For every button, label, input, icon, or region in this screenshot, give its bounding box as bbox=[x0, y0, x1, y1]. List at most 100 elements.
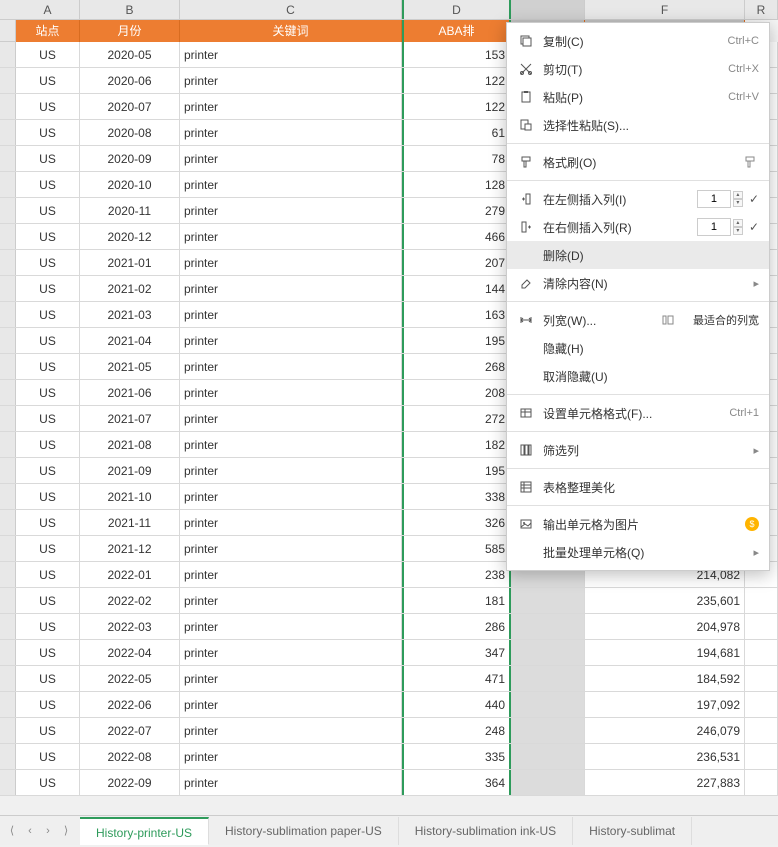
cell-site[interactable]: US bbox=[16, 770, 80, 795]
cell-aba[interactable]: 338 bbox=[402, 484, 511, 509]
cell-site[interactable]: US bbox=[16, 432, 80, 457]
col-header-F[interactable]: F bbox=[585, 0, 745, 19]
row-number[interactable] bbox=[0, 198, 16, 223]
cell-aba[interactable]: 364 bbox=[402, 770, 511, 795]
insert-right-stepper[interactable]: ▴▾ bbox=[733, 219, 743, 235]
cell-aba[interactable]: 78 bbox=[402, 146, 511, 171]
cell-r[interactable] bbox=[745, 770, 778, 795]
row-number[interactable] bbox=[0, 42, 16, 67]
cell-site[interactable]: US bbox=[16, 640, 80, 665]
cell-month[interactable]: 2021-03 bbox=[80, 302, 180, 327]
cell-e[interactable] bbox=[511, 718, 585, 743]
cell-month[interactable]: 2022-05 bbox=[80, 666, 180, 691]
sheet-tab-3[interactable]: History-sublimation ink-US bbox=[399, 817, 573, 845]
menu-clear-content[interactable]: 清除内容(N) ▸ bbox=[507, 269, 769, 297]
tab-last-icon[interactable]: ⟩ bbox=[58, 823, 74, 839]
cell-site[interactable]: US bbox=[16, 354, 80, 379]
cell-keyword[interactable]: printer bbox=[180, 224, 402, 249]
cell-keyword[interactable]: printer bbox=[180, 406, 402, 431]
row-number[interactable] bbox=[0, 302, 16, 327]
row-number[interactable] bbox=[0, 640, 16, 665]
cell-aba[interactable]: 466 bbox=[402, 224, 511, 249]
row-number[interactable] bbox=[0, 328, 16, 353]
cell-site[interactable]: US bbox=[16, 302, 80, 327]
row-number[interactable] bbox=[0, 354, 16, 379]
cell-r[interactable] bbox=[745, 744, 778, 769]
row-number[interactable] bbox=[0, 406, 16, 431]
cell-keyword[interactable]: printer bbox=[180, 770, 402, 795]
cell-keyword[interactable]: printer bbox=[180, 354, 402, 379]
cell-f[interactable]: 235,601 bbox=[585, 588, 745, 613]
cell-keyword[interactable]: printer bbox=[180, 484, 402, 509]
cell-r[interactable] bbox=[745, 718, 778, 743]
cell-aba[interactable]: 238 bbox=[402, 562, 511, 587]
col-header-D[interactable]: D bbox=[402, 0, 511, 19]
cell-aba[interactable]: 268 bbox=[402, 354, 511, 379]
cell-site[interactable]: US bbox=[16, 224, 80, 249]
cell-month[interactable]: 2021-05 bbox=[80, 354, 180, 379]
row-number[interactable] bbox=[0, 94, 16, 119]
cell-aba[interactable]: 122 bbox=[402, 94, 511, 119]
cell-site[interactable]: US bbox=[16, 146, 80, 171]
cell-aba[interactable]: 208 bbox=[402, 380, 511, 405]
cell-aba[interactable]: 335 bbox=[402, 744, 511, 769]
row-number[interactable] bbox=[0, 172, 16, 197]
row-number[interactable] bbox=[0, 120, 16, 145]
cell-month[interactable]: 2020-07 bbox=[80, 94, 180, 119]
menu-format-painter[interactable]: 格式刷(O) bbox=[507, 148, 769, 176]
cell-keyword[interactable]: printer bbox=[180, 640, 402, 665]
menu-insert-right[interactable]: 在右侧插入列(R) ▴▾ ✓ bbox=[507, 213, 769, 241]
menu-beautify[interactable]: 表格整理美化 bbox=[507, 473, 769, 501]
cell-aba[interactable]: 182 bbox=[402, 432, 511, 457]
row-number[interactable] bbox=[0, 224, 16, 249]
cell-f[interactable]: 227,883 bbox=[585, 770, 745, 795]
cell-aba[interactable]: 153 bbox=[402, 42, 511, 67]
row-number[interactable] bbox=[0, 276, 16, 301]
cell-site[interactable]: US bbox=[16, 198, 80, 223]
cell-site[interactable]: US bbox=[16, 484, 80, 509]
row-number[interactable] bbox=[0, 614, 16, 639]
cell-keyword[interactable]: printer bbox=[180, 718, 402, 743]
cell-month[interactable]: 2021-10 bbox=[80, 484, 180, 509]
cell-month[interactable]: 2020-05 bbox=[80, 42, 180, 67]
sheet-tab-1[interactable]: History-printer-US bbox=[80, 817, 209, 845]
insert-left-stepper[interactable]: ▴▾ bbox=[733, 191, 743, 207]
cell-site[interactable]: US bbox=[16, 510, 80, 535]
cell-aba[interactable]: 207 bbox=[402, 250, 511, 275]
cell-keyword[interactable]: printer bbox=[180, 276, 402, 301]
cell-keyword[interactable]: printer bbox=[180, 68, 402, 93]
menu-paste[interactable]: 粘贴(P) Ctrl+V bbox=[507, 83, 769, 111]
cell-aba[interactable]: 61 bbox=[402, 120, 511, 145]
col-header-A[interactable]: A bbox=[16, 0, 80, 19]
cell-f[interactable]: 184,592 bbox=[585, 666, 745, 691]
cell-aba[interactable]: 471 bbox=[402, 666, 511, 691]
cell-month[interactable]: 2022-04 bbox=[80, 640, 180, 665]
cell-f[interactable]: 194,681 bbox=[585, 640, 745, 665]
row-number[interactable] bbox=[0, 770, 16, 795]
col-header-R[interactable]: R bbox=[745, 0, 778, 19]
tab-prev-icon[interactable]: ‹ bbox=[22, 823, 38, 839]
menu-unhide[interactable]: 取消隐藏(U) bbox=[507, 362, 769, 390]
cell-keyword[interactable]: printer bbox=[180, 588, 402, 613]
cell-keyword[interactable]: printer bbox=[180, 666, 402, 691]
cell-keyword[interactable]: printer bbox=[180, 510, 402, 535]
cell-month[interactable]: 2022-09 bbox=[80, 770, 180, 795]
tab-next-icon[interactable]: › bbox=[40, 823, 56, 839]
cell-site[interactable]: US bbox=[16, 172, 80, 197]
cell-month[interactable]: 2022-07 bbox=[80, 718, 180, 743]
cell-month[interactable]: 2021-06 bbox=[80, 380, 180, 405]
cell-aba[interactable]: 195 bbox=[402, 328, 511, 353]
cell-aba[interactable]: 326 bbox=[402, 510, 511, 535]
col-header-E[interactable] bbox=[511, 0, 585, 19]
row-number[interactable] bbox=[0, 588, 16, 613]
insert-right-count[interactable] bbox=[697, 218, 731, 236]
row-number[interactable] bbox=[0, 718, 16, 743]
cell-aba[interactable]: 272 bbox=[402, 406, 511, 431]
cell-site[interactable]: US bbox=[16, 614, 80, 639]
cell-aba[interactable]: 144 bbox=[402, 276, 511, 301]
row-number[interactable] bbox=[0, 692, 16, 717]
cell-e[interactable] bbox=[511, 666, 585, 691]
cell-month[interactable]: 2020-11 bbox=[80, 198, 180, 223]
cell-month[interactable]: 2020-09 bbox=[80, 146, 180, 171]
cell-keyword[interactable]: printer bbox=[180, 302, 402, 327]
